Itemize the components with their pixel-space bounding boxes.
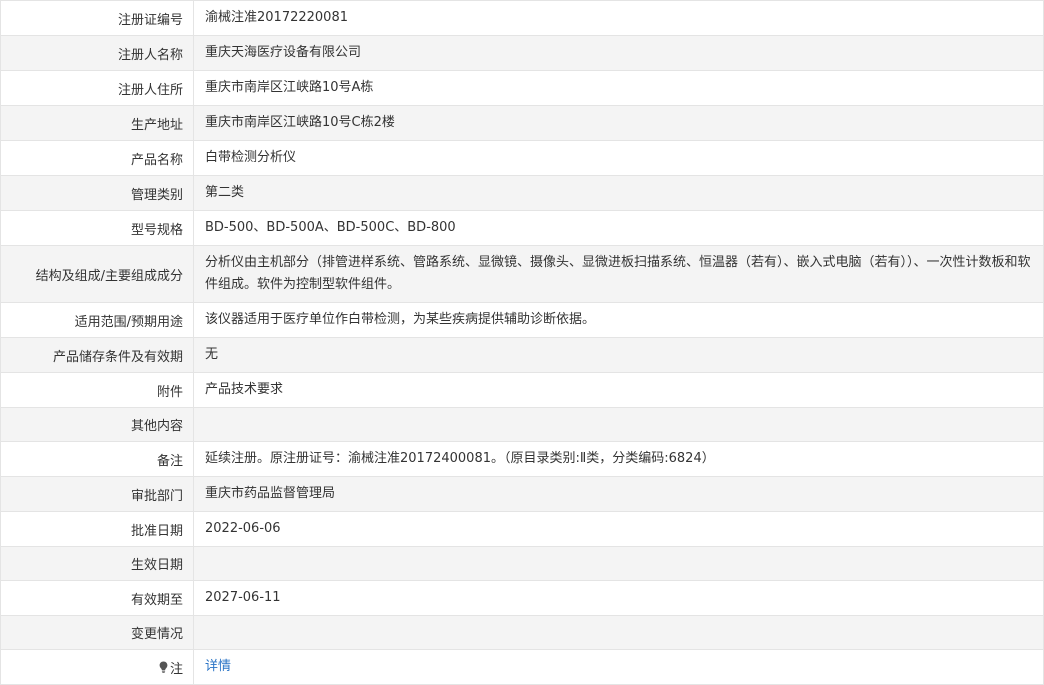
row-other-content: 其他内容 (0, 408, 1044, 442)
value-change-status (194, 616, 1044, 649)
label-remarks: 备注 (0, 442, 194, 476)
value-structure-composition: 分析仪由主机部分（排管进样系统、管路系统、显微镜、摄像头、显微进板扫描系统、恒温… (194, 246, 1044, 302)
label-valid-until: 有效期至 (0, 581, 194, 615)
value-other-content (194, 408, 1044, 441)
label-change-status: 变更情况 (0, 616, 194, 649)
row-production-address: 生产地址 重庆市南岸区江峡路10号C栋2楼 (0, 106, 1044, 141)
label-registrant-name: 注册人名称 (0, 36, 194, 70)
label-production-address: 生产地址 (0, 106, 194, 140)
value-intended-use: 该仪器适用于医疗单位作白带检测，为某些疾病提供辅助诊断依据。 (194, 303, 1044, 337)
row-valid-until: 有效期至 2027-06-11 (0, 581, 1044, 616)
label-other-content: 其他内容 (0, 408, 194, 441)
row-model-spec: 型号规格 BD-500、BD-500A、BD-500C、BD-800 (0, 211, 1044, 246)
row-product-name: 产品名称 白带检测分析仪 (0, 141, 1044, 176)
value-approval-date: 2022-06-06 (194, 512, 1044, 546)
value-effective-date (194, 547, 1044, 580)
label-effective-date: 生效日期 (0, 547, 194, 580)
label-attachment: 附件 (0, 373, 194, 407)
row-attachment: 附件 产品技术要求 (0, 373, 1044, 408)
label-management-category: 管理类别 (0, 176, 194, 210)
row-intended-use: 适用范围/预期用途 该仪器适用于医疗单位作白带检测，为某些疾病提供辅助诊断依据。 (0, 303, 1044, 338)
value-management-category: 第二类 (194, 176, 1044, 210)
row-note: 注 详情 (0, 650, 1044, 685)
row-change-status: 变更情况 (0, 616, 1044, 650)
label-approval-department: 审批部门 (0, 477, 194, 511)
label-structure-composition: 结构及组成/主要组成成分 (0, 246, 194, 302)
value-attachment: 产品技术要求 (194, 373, 1044, 407)
lightbulb-icon (159, 661, 168, 673)
value-model-spec: BD-500、BD-500A、BD-500C、BD-800 (194, 211, 1044, 245)
label-intended-use: 适用范围/预期用途 (0, 303, 194, 337)
row-management-category: 管理类别 第二类 (0, 176, 1044, 211)
row-approval-department: 审批部门 重庆市药品监督管理局 (0, 477, 1044, 512)
row-registrant-name: 注册人名称 重庆天海医疗设备有限公司 (0, 36, 1044, 71)
registration-details-table: 注册证编号 渝械注准20172220081 注册人名称 重庆天海医疗设备有限公司… (0, 0, 1044, 685)
row-registration-number: 注册证编号 渝械注准20172220081 (0, 1, 1044, 36)
value-remarks: 延续注册。原注册证号：渝械注准20172400081。（原目录类别:Ⅱ类，分类编… (194, 442, 1044, 476)
row-remarks: 备注 延续注册。原注册证号：渝械注准20172400081。（原目录类别:Ⅱ类，… (0, 442, 1044, 477)
label-registration-number: 注册证编号 (0, 1, 194, 35)
label-registrant-address: 注册人住所 (0, 71, 194, 105)
value-registrant-address: 重庆市南岸区江峡路10号A栋 (194, 71, 1044, 105)
row-storage-validity: 产品储存条件及有效期 无 (0, 338, 1044, 373)
row-structure-composition: 结构及组成/主要组成成分 分析仪由主机部分（排管进样系统、管路系统、显微镜、摄像… (0, 246, 1044, 303)
row-registrant-address: 注册人住所 重庆市南岸区江峡路10号A栋 (0, 71, 1044, 106)
row-effective-date: 生效日期 (0, 547, 1044, 581)
value-note: 详情 (194, 650, 1044, 684)
label-approval-date: 批准日期 (0, 512, 194, 546)
value-product-name: 白带检测分析仪 (194, 141, 1044, 175)
value-registrant-name: 重庆天海医疗设备有限公司 (194, 36, 1044, 70)
value-storage-validity: 无 (194, 338, 1044, 372)
label-model-spec: 型号规格 (0, 211, 194, 245)
value-valid-until: 2027-06-11 (194, 581, 1044, 615)
note-label: 注 (169, 661, 183, 677)
value-registration-number: 渝械注准20172220081 (194, 1, 1044, 35)
value-production-address: 重庆市南岸区江峡路10号C栋2楼 (194, 106, 1044, 140)
row-approval-date: 批准日期 2022-06-06 (0, 512, 1044, 547)
value-approval-department: 重庆市药品监督管理局 (194, 477, 1044, 511)
details-link[interactable]: 详情 (205, 656, 231, 678)
label-product-name: 产品名称 (0, 141, 194, 175)
label-storage-validity: 产品储存条件及有效期 (0, 338, 194, 372)
label-note: 注 (0, 650, 194, 684)
